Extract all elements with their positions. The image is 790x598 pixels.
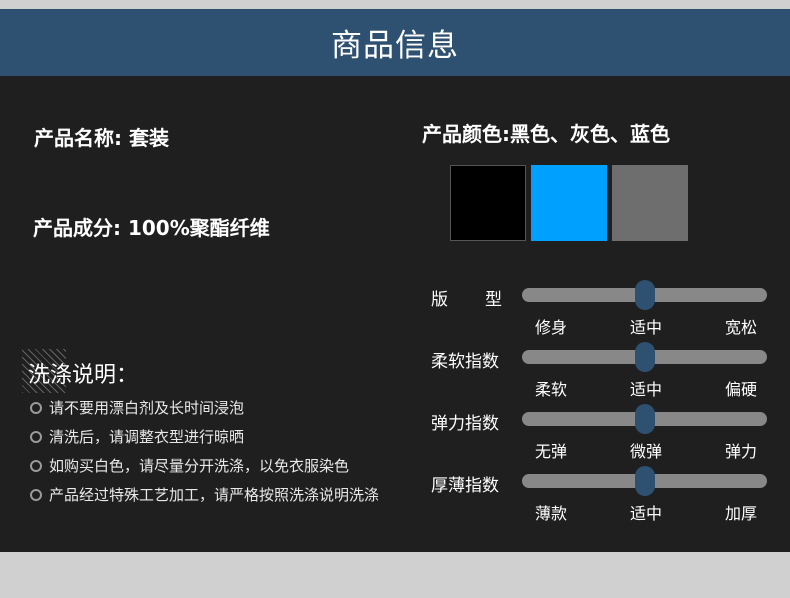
list-item: 请不要用漂白剂及长时间浸泡 <box>30 393 379 422</box>
softness-tick-left: 柔软 <box>535 380 568 399</box>
swatch-blue[interactable] <box>531 165 607 241</box>
fit-tick-mid: 适中 <box>630 318 663 337</box>
washing-list: 请不要用漂白剂及长时间浸泡 清洗后，请调整衣型进行晾晒 如购买白色，请尽量分开洗… <box>30 393 379 509</box>
thickness-tick-left: 薄款 <box>535 504 568 523</box>
elasticity-tick-right: 弹力 <box>725 442 758 461</box>
circle-bullet-icon <box>30 430 42 443</box>
slider-label-softness: 柔软指数 <box>431 352 499 372</box>
elasticity-slider-knob[interactable] <box>635 404 655 434</box>
thickness-tick-mid: 适中 <box>630 504 663 523</box>
list-item: 清洗后，请调整衣型进行晾晒 <box>30 422 379 451</box>
circle-bullet-icon <box>30 488 42 501</box>
fit-tick-right: 宽松 <box>725 318 758 337</box>
swatch-black[interactable] <box>450 165 526 241</box>
color-swatches <box>450 165 688 241</box>
washing-item-text: 如购买白色，请尽量分开洗涤，以免衣服染色 <box>49 457 350 475</box>
fit-slider-track[interactable] <box>522 280 767 310</box>
slider-label-fit-a: 版 <box>431 290 448 310</box>
swatch-gray[interactable] <box>612 165 688 241</box>
circle-bullet-icon <box>30 401 42 414</box>
elasticity-tick-left: 无弹 <box>535 442 568 461</box>
product-info-panel: 产品名称: 套装 产品成分: 100%聚酯纤维 产品颜色:黑色、灰色、蓝色 洗涤… <box>0 76 790 552</box>
page-title: 商品信息 <box>331 28 459 64</box>
softness-slider-knob[interactable] <box>635 342 655 372</box>
page-footer-space <box>0 552 790 598</box>
softness-tick-right: 偏硬 <box>725 380 758 399</box>
elasticity-tick-mid: 微弹 <box>630 442 663 461</box>
slider-label-thickness: 厚薄指数 <box>431 476 499 496</box>
thickness-slider-knob[interactable] <box>635 466 655 496</box>
washing-title: 洗涤说明： <box>28 363 139 388</box>
product-colors-label: 产品颜色:黑色、灰色、蓝色 <box>422 122 670 146</box>
softness-slider-track[interactable] <box>522 342 767 372</box>
slider-label-elasticity: 弹力指数 <box>431 414 499 434</box>
fit-tick-left: 修身 <box>535 318 568 337</box>
washing-item-text: 产品经过特殊工艺加工，请严格按照洗涤说明洗涤 <box>49 486 380 504</box>
washing-item-text: 清洗后，请调整衣型进行晾晒 <box>49 428 245 446</box>
thickness-slider-track[interactable] <box>522 466 767 496</box>
list-item: 如购买白色，请尽量分开洗涤，以免衣服染色 <box>30 451 379 480</box>
washing-section: 洗涤说明： <box>22 349 138 393</box>
washing-item-text: 请不要用漂白剂及长时间浸泡 <box>49 399 245 417</box>
elasticity-slider-track[interactable] <box>522 404 767 434</box>
slider-label-fit-b: 型 <box>485 290 502 310</box>
fit-slider-knob[interactable] <box>635 280 655 310</box>
product-name-label: 产品名称: 套装 <box>34 126 169 150</box>
circle-bullet-icon <box>30 459 42 472</box>
product-composition-label: 产品成分: 100%聚酯纤维 <box>33 216 270 240</box>
softness-tick-mid: 适中 <box>630 380 663 399</box>
page-header: 商品信息 <box>0 9 790 76</box>
list-item: 产品经过特殊工艺加工，请严格按照洗涤说明洗涤 <box>30 480 379 509</box>
thickness-tick-right: 加厚 <box>725 504 758 523</box>
